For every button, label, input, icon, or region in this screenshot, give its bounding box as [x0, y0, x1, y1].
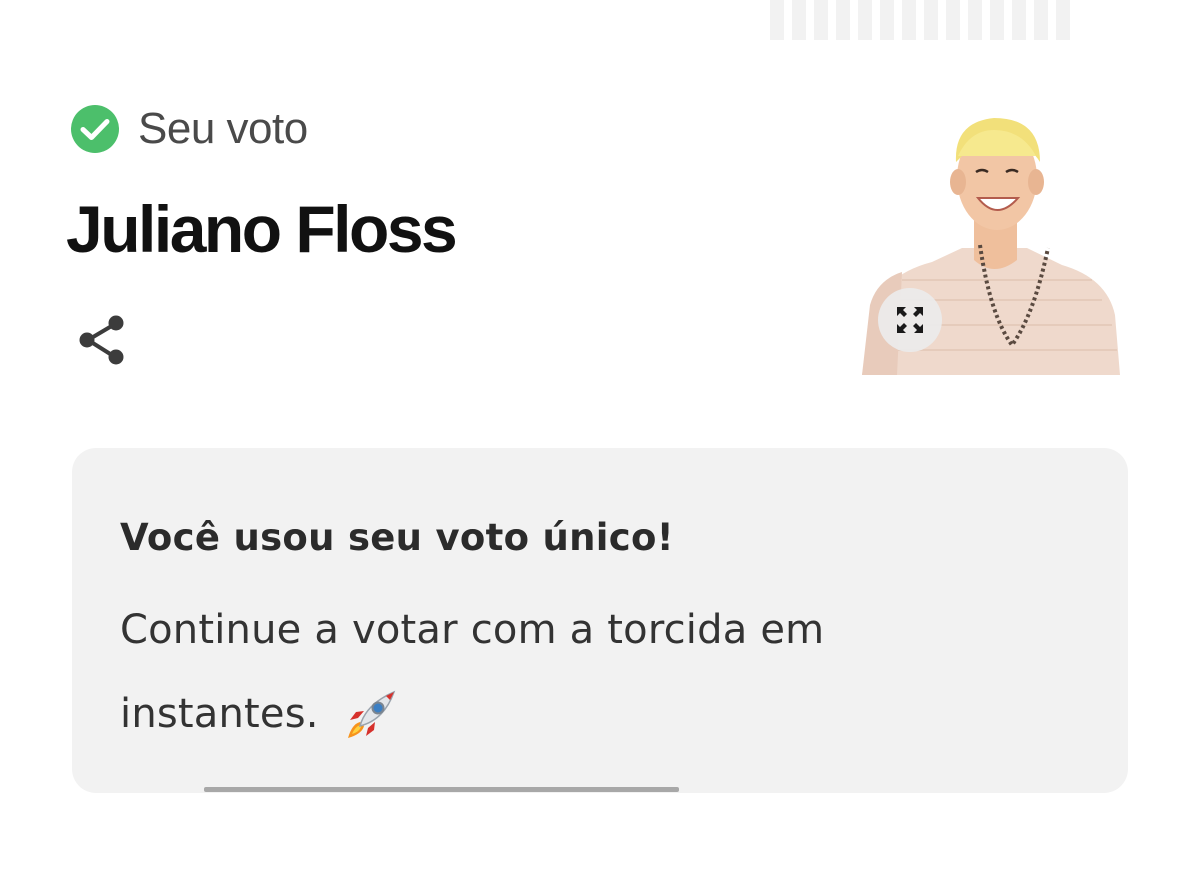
info-card-message-block: Continue a votar com a torcida em instan… — [120, 588, 940, 756]
share-icon — [79, 315, 124, 365]
expand-icon — [897, 307, 923, 333]
scroll-progress-bar — [204, 787, 679, 792]
info-card-title: Você usou seu voto único! — [120, 516, 674, 559]
info-card-message: Continue a votar com a torcida em instan… — [120, 607, 825, 737]
check-circle-icon — [70, 104, 120, 154]
faded-header-logo — [770, 0, 1070, 40]
vote-status-label: Seu voto — [138, 104, 308, 153]
info-card: Você usou seu voto único! Continue a vot… — [72, 448, 1128, 793]
rocket-icon — [338, 684, 402, 748]
vote-status: Seu voto — [70, 104, 308, 154]
share-button[interactable] — [74, 312, 130, 368]
candidate-name: Juliano Floss — [66, 192, 458, 266]
expand-photo-button[interactable] — [878, 288, 942, 352]
